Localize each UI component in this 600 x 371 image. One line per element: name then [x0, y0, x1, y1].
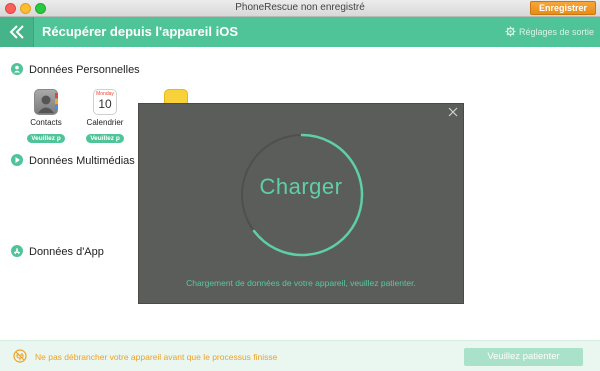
play-icon: [11, 154, 23, 166]
gear-icon: [505, 26, 516, 37]
exit-settings-label: Réglages de sortie: [518, 27, 594, 37]
loading-title: Charger: [259, 174, 343, 199]
section-app-label: Données d'App: [29, 246, 104, 258]
unplug-warning-icon: [13, 349, 27, 363]
loading-message: Chargement de données de votre appareil,…: [186, 278, 416, 288]
section-media-label: Données Multimédias: [29, 155, 135, 167]
window-title: PhoneRescue non enregistré: [235, 2, 365, 13]
item-contacts[interactable]: Contacts Veuillez p: [16, 89, 76, 145]
item-contacts-status: Veuillez p: [27, 134, 65, 143]
close-icon[interactable]: [448, 107, 458, 117]
window-titlebar: PhoneRescue non enregistré Enregistrer: [0, 0, 600, 17]
register-button[interactable]: Enregistrer: [530, 1, 596, 15]
loading-dialog: Charger Chargement de données de votre a…: [138, 103, 464, 304]
footer-warning-text: Ne pas débrancher votre appareil avant q…: [35, 352, 278, 362]
item-calendar-status: Veuillez p: [86, 134, 124, 143]
item-calendar[interactable]: Monday 10 Calendrier Veuillez p: [75, 89, 135, 145]
section-personal-data[interactable]: Données Personnelles: [11, 63, 140, 76]
exit-settings-link[interactable]: Réglages de sortie: [505, 26, 594, 37]
page-title: Récupérer depuis l'appareil iOS: [42, 24, 238, 39]
section-personal-label: Données Personnelles: [29, 64, 140, 76]
section-media-data[interactable]: Données Multimédias: [11, 154, 135, 167]
please-wait-button[interactable]: Veuillez patienter: [464, 348, 583, 366]
page-header: Récupérer depuis l'appareil iOS Réglages…: [0, 17, 600, 47]
calendar-icon: Monday 10: [93, 89, 117, 115]
person-icon: [11, 63, 23, 75]
app-store-icon: [11, 245, 23, 257]
back-button[interactable]: [0, 17, 34, 47]
item-contacts-label: Contacts: [30, 118, 62, 127]
section-app-data[interactable]: Données d'App: [11, 245, 104, 258]
contacts-icon: [34, 89, 58, 115]
double-chevron-left-icon: [9, 25, 24, 39]
item-calendar-label: Calendrier: [86, 118, 124, 127]
footer-bar: Ne pas débrancher votre appareil avant q…: [0, 340, 600, 371]
calendar-icon-day: 10: [98, 97, 112, 111]
